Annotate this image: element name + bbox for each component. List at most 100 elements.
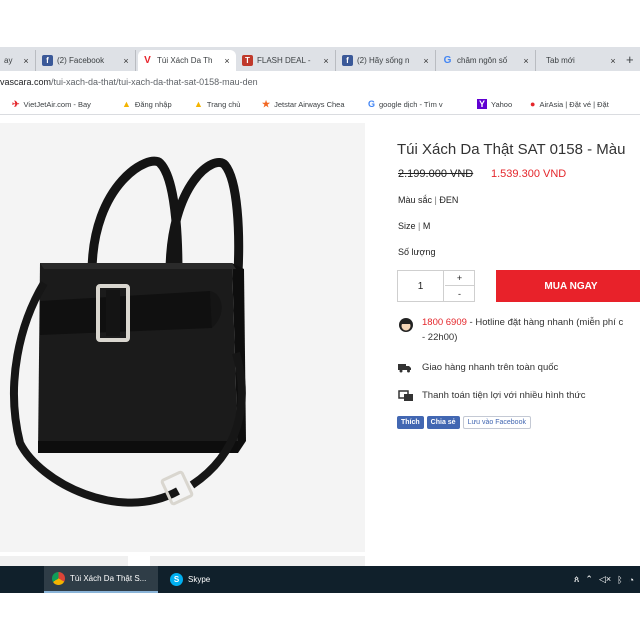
bluetooth-icon[interactable]: ᛒ bbox=[617, 575, 622, 585]
product-image[interactable] bbox=[0, 123, 365, 552]
google-icon: G bbox=[368, 99, 376, 109]
chevron-up-icon[interactable]: ⌃ bbox=[585, 574, 593, 585]
browser-tab-strip: ay × f (2) Facebook × V Túi Xách Da Th ×… bbox=[0, 47, 640, 71]
tab-title: FLASH DEAL - bbox=[257, 56, 311, 65]
taskbar-label: Túi Xách Da Thật S... bbox=[70, 574, 147, 583]
browser-tab[interactable]: f (2) Hãy sống n × bbox=[338, 50, 436, 71]
close-icon[interactable]: × bbox=[321, 56, 331, 66]
bookmarks-bar: ✈ VietJetAir.com - Bay ▲ Đăng nhập ▲ Tra… bbox=[0, 95, 640, 115]
old-price: 2.199.000 VND bbox=[398, 168, 474, 180]
chrome-icon bbox=[52, 572, 65, 585]
volume-icon[interactable]: ◁× bbox=[599, 574, 611, 585]
skype-icon: S bbox=[170, 573, 183, 586]
tab-title: châm ngôn số bbox=[457, 56, 508, 65]
hotline-row: 1800 6909 - Hotline đặt hàng nhanh (miễn… bbox=[398, 317, 623, 343]
browser-tab[interactable]: ay × bbox=[0, 50, 36, 71]
shipping-text: Giao hàng nhanh trên toàn quốc bbox=[422, 362, 559, 373]
close-icon[interactable]: × bbox=[421, 56, 431, 66]
bookmark-item[interactable]: ▲ Trang chủ bbox=[194, 99, 240, 109]
facebook-share-button[interactable]: Chia sẻ bbox=[426, 416, 460, 429]
people-icon[interactable]: ጰ bbox=[574, 574, 579, 585]
facebook-save-button[interactable]: Lưu vào Facebook bbox=[462, 416, 531, 429]
truck-icon bbox=[398, 362, 416, 376]
tab-title: (2) Hãy sống n bbox=[357, 56, 410, 65]
quantity-increase-button[interactable]: + bbox=[445, 271, 474, 286]
bookmark-item[interactable]: ✈ VietJetAir.com - Bay bbox=[12, 99, 91, 110]
google-icon: G bbox=[443, 55, 452, 66]
browser-tab[interactable]: T FLASH DEAL - × bbox=[238, 50, 336, 71]
facebook-like-button[interactable]: Thích bbox=[397, 416, 424, 429]
separator: | bbox=[434, 195, 437, 205]
warning-icon: ▲ bbox=[122, 99, 131, 109]
address-bar[interactable]: vascara.com/tui-xach-da-that/tui-xach-da… bbox=[0, 71, 640, 95]
airasia-icon: ● bbox=[530, 99, 536, 109]
taskbar-label: Skype bbox=[188, 575, 211, 584]
system-tray: ጰ ⌃ ◁× ᛒ ◔ bbox=[574, 566, 640, 593]
size-label: Size bbox=[398, 221, 416, 231]
vascara-icon: V bbox=[144, 55, 151, 66]
bookmark-label: AirAsia | Đặt vé | Đặt bbox=[539, 99, 609, 109]
bookmark-label: google dịch - Tìm v bbox=[379, 99, 443, 109]
support-agent-icon bbox=[398, 317, 416, 332]
screenshot-frame: ay × f (2) Facebook × V Túi Xách Da Th ×… bbox=[0, 0, 640, 640]
bookmark-item[interactable]: ● AirAsia | Đặt vé | Đặt bbox=[530, 99, 609, 109]
tab-title: Túi Xách Da Th bbox=[157, 56, 213, 65]
social-buttons: Thích Chia sẻ Lưu vào Facebook bbox=[397, 416, 531, 429]
network-icon[interactable]: ◔ bbox=[629, 575, 634, 585]
hotline-text: - Hotline đặt hàng nhanh (miễn phí c bbox=[466, 317, 624, 328]
tab-title: Tab mới bbox=[546, 56, 575, 65]
quantity-label: Số lượng bbox=[398, 247, 436, 257]
close-icon[interactable]: × bbox=[521, 56, 531, 66]
color-value: ĐEN bbox=[439, 195, 459, 205]
bookmark-item[interactable]: G google dịch - Tìm v bbox=[368, 99, 443, 109]
hotline-hours: - 22h00) bbox=[422, 332, 458, 343]
warning-icon: ▲ bbox=[194, 99, 203, 109]
close-icon[interactable]: × bbox=[222, 56, 232, 66]
bookmark-label: Yahoo bbox=[491, 99, 513, 109]
browser-tab[interactable]: f (2) Facebook × bbox=[38, 50, 136, 71]
bookmark-item[interactable]: ★ Jetstar Airways Chea bbox=[262, 99, 345, 110]
browser-tab[interactable]: Tab mới × bbox=[538, 50, 622, 71]
buy-now-button[interactable]: MUA NGAY bbox=[496, 270, 640, 302]
taskbar-skype[interactable]: S Skype bbox=[162, 566, 242, 593]
bookmark-item[interactable]: ▲ Đăng nhập bbox=[122, 99, 172, 109]
size-attribute: Size | M bbox=[398, 221, 430, 231]
payment-text: Thanh toán tiện lợi với nhiều hình thức bbox=[422, 390, 586, 401]
bookmark-label: VietJetAir.com - Bay bbox=[23, 100, 91, 109]
taskbar-chrome[interactable]: Túi Xách Da Thật S... bbox=[44, 566, 158, 593]
close-icon[interactable]: × bbox=[121, 56, 131, 66]
url-host: vascara.com bbox=[0, 77, 52, 87]
thumbnail[interactable] bbox=[150, 556, 365, 566]
bookmark-item[interactable]: Y Yahoo bbox=[477, 99, 512, 109]
color-attribute: Màu sắc | ĐEN bbox=[398, 195, 458, 205]
tab-title: (2) Facebook bbox=[57, 56, 105, 65]
payment-row: Thanh toán tiện lợi với nhiều hình thức bbox=[398, 390, 586, 404]
url-text[interactable]: vascara.com/tui-xach-da-that/tui-xach-da… bbox=[0, 77, 258, 87]
windows-taskbar: Túi Xách Da Thật S... S Skype ጰ ⌃ ◁× ᛒ ◔ bbox=[0, 566, 640, 593]
close-icon[interactable]: × bbox=[21, 56, 31, 66]
thumbnail[interactable] bbox=[0, 556, 128, 566]
bookmark-label: Trang chủ bbox=[206, 99, 241, 109]
quantity-decrease-button[interactable]: - bbox=[445, 286, 474, 301]
new-tab-button[interactable]: + bbox=[626, 52, 634, 67]
jetstar-icon: ★ bbox=[262, 99, 271, 109]
color-label: Màu sắc bbox=[398, 195, 433, 205]
flash-deal-icon: T bbox=[242, 55, 253, 66]
vietjet-icon: ✈ bbox=[12, 99, 20, 109]
browser-tab-active[interactable]: V Túi Xách Da Th × bbox=[138, 50, 236, 71]
bookmark-label: Đăng nhập bbox=[134, 99, 172, 109]
bookmark-label: Jetstar Airways Chea bbox=[274, 100, 345, 109]
payment-icon bbox=[398, 390, 416, 404]
separator: | bbox=[418, 221, 421, 231]
close-icon[interactable]: × bbox=[608, 56, 618, 66]
quantity-stepper: 1 + - bbox=[397, 270, 475, 302]
size-value: M bbox=[422, 221, 431, 231]
yahoo-icon: Y bbox=[477, 99, 488, 109]
shipping-row: Giao hàng nhanh trên toàn quốc bbox=[398, 362, 558, 376]
browser-tab[interactable]: G châm ngôn số × bbox=[438, 50, 536, 71]
facebook-icon: f bbox=[342, 55, 353, 66]
product-title: Túi Xách Da Thật SAT 0158 - Màu bbox=[397, 141, 626, 158]
sale-price: 1.539.300 VND bbox=[491, 168, 567, 180]
quantity-input[interactable]: 1 bbox=[398, 271, 444, 301]
hotline-number[interactable]: 1800 6909 bbox=[422, 317, 467, 328]
